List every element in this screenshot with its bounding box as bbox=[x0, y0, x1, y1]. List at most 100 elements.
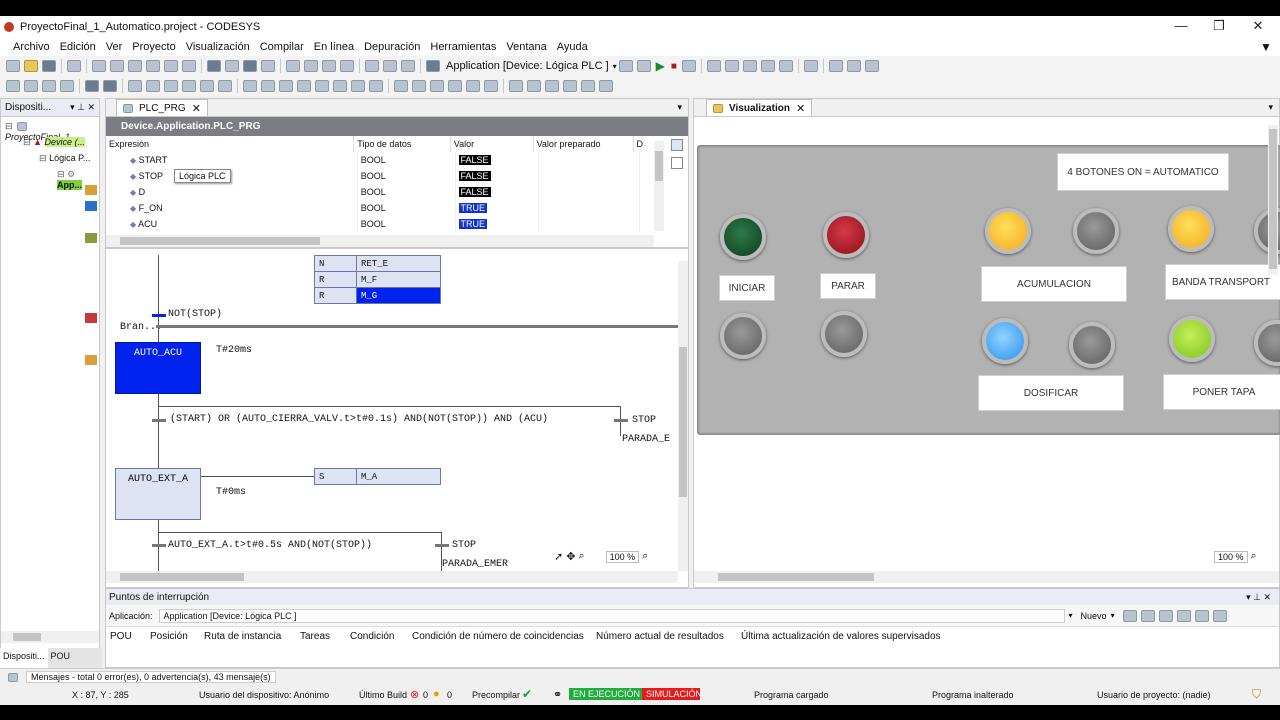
find-icon[interactable] bbox=[207, 60, 221, 72]
step-auto-ext-a[interactable]: AUTO_EXT_A bbox=[115, 468, 201, 520]
new-breakpoint-button[interactable]: Nuevo bbox=[1081, 611, 1107, 621]
watch-prepared-value[interactable] bbox=[538, 200, 640, 216]
dosificar-pushbutton[interactable] bbox=[1069, 322, 1115, 368]
zoom-fit-icon[interactable] bbox=[509, 80, 523, 92]
start-button-label[interactable]: INICIAR bbox=[719, 275, 775, 301]
watch-prepared-value[interactable] bbox=[538, 184, 640, 200]
sfc-hscroll[interactable] bbox=[106, 571, 678, 583]
pou-icon[interactable] bbox=[85, 233, 97, 243]
menu-ventana[interactable]: Ventana bbox=[506, 41, 546, 53]
bp-goto-icon[interactable] bbox=[1212, 609, 1227, 622]
paste-icon[interactable] bbox=[164, 60, 178, 72]
write-values-icon[interactable] bbox=[803, 60, 818, 72]
watch-row[interactable]: ◆ F_ON BOOL TRUE bbox=[106, 200, 646, 216]
application-selector[interactable]: Application [Device: Lógica PLC ] bbox=[446, 60, 609, 72]
step-into-icon[interactable] bbox=[742, 60, 757, 72]
menu-ayuda[interactable]: Ayuda bbox=[557, 41, 588, 53]
run-to-cursor-icon[interactable] bbox=[778, 60, 793, 72]
unforce-icon[interactable] bbox=[846, 60, 861, 72]
pan-icon[interactable]: ✥ bbox=[566, 550, 575, 563]
watch-hscroll[interactable] bbox=[106, 235, 654, 247]
sfc-zoom-level[interactable]: 100 % bbox=[605, 550, 640, 563]
tab-list-icon[interactable]: ▾ bbox=[677, 102, 682, 113]
find-next-icon[interactable] bbox=[261, 60, 275, 72]
align-middle-icon[interactable] bbox=[200, 80, 214, 92]
menu-proyecto[interactable]: Proyecto bbox=[132, 41, 175, 53]
group-icon[interactable] bbox=[394, 80, 408, 92]
devices-hscroll[interactable] bbox=[1, 631, 99, 643]
zoom-sel-icon[interactable] bbox=[527, 80, 541, 92]
vis-zoom-menu-icon[interactable]: ⌕ bbox=[1251, 550, 1257, 563]
panel-pin-icon[interactable]: ▾ ⊥ ✕ bbox=[70, 102, 95, 113]
order-front-icon[interactable] bbox=[430, 80, 444, 92]
layout-icon[interactable] bbox=[484, 80, 498, 92]
sfc-tool-1-icon[interactable] bbox=[6, 80, 20, 92]
action-block-top[interactable]: N RET_E R M_F R M_G bbox=[314, 255, 441, 304]
watch-value[interactable]: TRUE bbox=[458, 219, 488, 229]
vis-zoom-level[interactable]: 100 % bbox=[1214, 550, 1248, 563]
insert-step-icon[interactable] bbox=[243, 80, 257, 92]
vis-vscroll[interactable] bbox=[1268, 125, 1278, 275]
undo-icon[interactable] bbox=[92, 60, 106, 72]
bookmark-next-icon[interactable] bbox=[322, 60, 336, 72]
bookmark-prev-icon[interactable] bbox=[304, 60, 318, 72]
sfc-tool-4-icon[interactable] bbox=[60, 80, 74, 92]
close-icon[interactable]: ✕ bbox=[1243, 18, 1273, 34]
sfc-tool-2-icon[interactable] bbox=[24, 80, 38, 92]
watch-settings-icon[interactable] bbox=[671, 157, 683, 169]
close-tab-icon[interactable]: ✕ bbox=[192, 102, 201, 115]
tab-plc-prg[interactable]: PLC_PRG ✕ bbox=[116, 99, 208, 116]
gvl-icon[interactable] bbox=[85, 201, 97, 211]
bp-col-condition[interactable]: Condición bbox=[350, 631, 412, 642]
align-center-icon[interactable] bbox=[146, 80, 160, 92]
watch-value[interactable]: FALSE bbox=[458, 171, 491, 181]
restore-icon[interactable]: ❐ bbox=[1204, 18, 1234, 34]
poner-tapa-pushbutton[interactable] bbox=[1254, 320, 1280, 366]
insert-jump-icon[interactable] bbox=[297, 80, 311, 92]
insert-transition-icon[interactable] bbox=[261, 80, 275, 92]
align-top-icon[interactable] bbox=[182, 80, 196, 92]
close-vis-tab-icon[interactable]: ✕ bbox=[796, 102, 805, 115]
transition-bar-3[interactable] bbox=[152, 544, 166, 547]
transition-bar-not-stop[interactable] bbox=[152, 314, 166, 317]
vis-tab-list-icon[interactable]: ▾ bbox=[1268, 102, 1273, 113]
bp-col-pou[interactable]: POU bbox=[110, 631, 150, 642]
column-type[interactable]: Tipo de datos bbox=[353, 136, 451, 152]
stop-pushbutton[interactable] bbox=[821, 311, 867, 357]
visualization-manager-icon[interactable] bbox=[85, 355, 97, 365]
bp-delete-icon[interactable] bbox=[1140, 609, 1155, 622]
precompile-label[interactable]: Precompilar bbox=[472, 690, 520, 700]
insert-action-icon[interactable] bbox=[333, 80, 347, 92]
acumulacion-pushbutton[interactable] bbox=[1073, 208, 1119, 254]
task-icon[interactable] bbox=[85, 313, 97, 323]
align-left-icon[interactable] bbox=[128, 80, 142, 92]
sfc-tool-3-icon[interactable] bbox=[42, 80, 56, 92]
column-value[interactable]: Valor bbox=[450, 136, 534, 152]
watch-vscroll[interactable] bbox=[654, 141, 664, 231]
replace-icon[interactable] bbox=[225, 60, 239, 72]
menu-depuracion[interactable]: Depuración bbox=[364, 41, 420, 53]
copy-format-icon[interactable] bbox=[545, 80, 559, 92]
logout-icon[interactable] bbox=[636, 60, 651, 72]
transition-bar-2[interactable] bbox=[152, 419, 166, 422]
chevron-down-icon[interactable]: ▾ bbox=[613, 62, 617, 71]
bp-col-last-update[interactable]: Última actualización de valores supervis… bbox=[741, 631, 941, 642]
shield-icon[interactable]: ⛉ bbox=[1252, 687, 1261, 702]
step-over-icon[interactable] bbox=[724, 60, 739, 72]
watch-prepared-value[interactable] bbox=[538, 168, 640, 184]
insert-exit-icon[interactable] bbox=[369, 80, 383, 92]
run-icon[interactable]: ▶ bbox=[656, 59, 665, 73]
new-file-icon[interactable] bbox=[6, 60, 20, 72]
reset-icon[interactable] bbox=[681, 60, 696, 72]
login-icon[interactable] bbox=[618, 60, 633, 72]
align-bottom-icon[interactable] bbox=[218, 80, 232, 92]
menu-en-linea[interactable]: En línea bbox=[314, 41, 354, 53]
tree-plc-logic[interactable]: ⊟ Lógica P... bbox=[39, 153, 90, 164]
breakpoint-icon[interactable] bbox=[706, 60, 721, 72]
stop-icon[interactable]: ■ bbox=[671, 61, 677, 72]
print-icon[interactable] bbox=[67, 60, 81, 72]
step-out-icon[interactable] bbox=[760, 60, 775, 72]
zoom-menu-icon[interactable]: ⌕ bbox=[642, 550, 648, 563]
watch-prepared-value[interactable] bbox=[538, 152, 640, 168]
stop-button-label[interactable]: PARAR bbox=[820, 273, 876, 299]
